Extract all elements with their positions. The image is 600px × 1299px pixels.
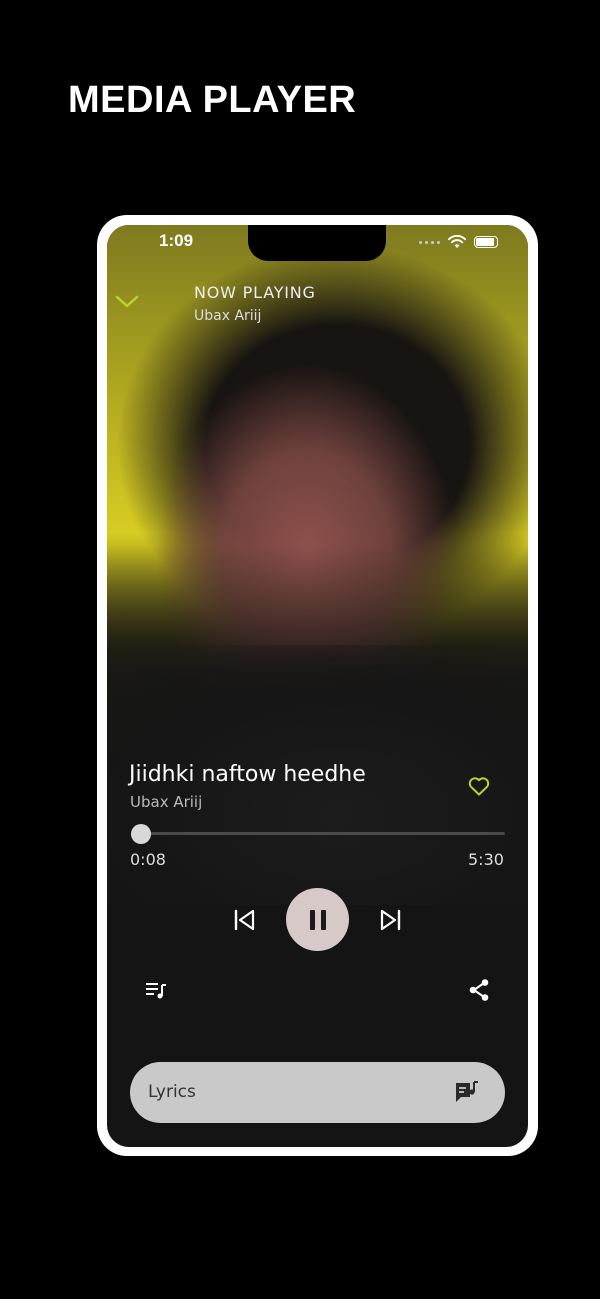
track-artist[interactable]: Ubax Ariij [130,793,202,811]
progress-thumb[interactable] [131,824,151,844]
queue-icon[interactable] [143,977,169,1003]
pause-icon [309,909,326,930]
now-playing-label: NOW PLAYING [194,283,316,302]
total-time: 5:30 [468,850,504,869]
lyrics-label: Lyrics [148,1082,196,1102]
wifi-icon [448,235,466,248]
player-screen: 1:09 NOW PLAYING Ubax Ariij Jiidhki naft… [107,225,528,1147]
progress-track[interactable] [140,832,505,835]
dynamic-island [248,225,386,261]
status-icons [419,235,498,249]
pause-button[interactable] [286,888,349,951]
share-icon[interactable] [466,977,492,1003]
lyrics-button[interactable]: Lyrics [130,1062,505,1123]
promo-title: MEDIA PLAYER [68,79,357,121]
heart-icon[interactable] [467,774,491,798]
signal-icon [419,240,440,244]
header-artist: Ubax Ariij [194,308,262,324]
lyrics-icon [456,1081,478,1102]
track-title: Jiidhki naftow heedhe [129,762,366,787]
skip-previous-icon[interactable] [231,906,259,934]
skip-next-icon[interactable] [376,906,404,934]
current-time: 0:08 [130,850,166,869]
chevron-down-icon[interactable] [115,291,139,315]
battery-icon [474,236,498,248]
status-time: 1:09 [159,231,194,250]
